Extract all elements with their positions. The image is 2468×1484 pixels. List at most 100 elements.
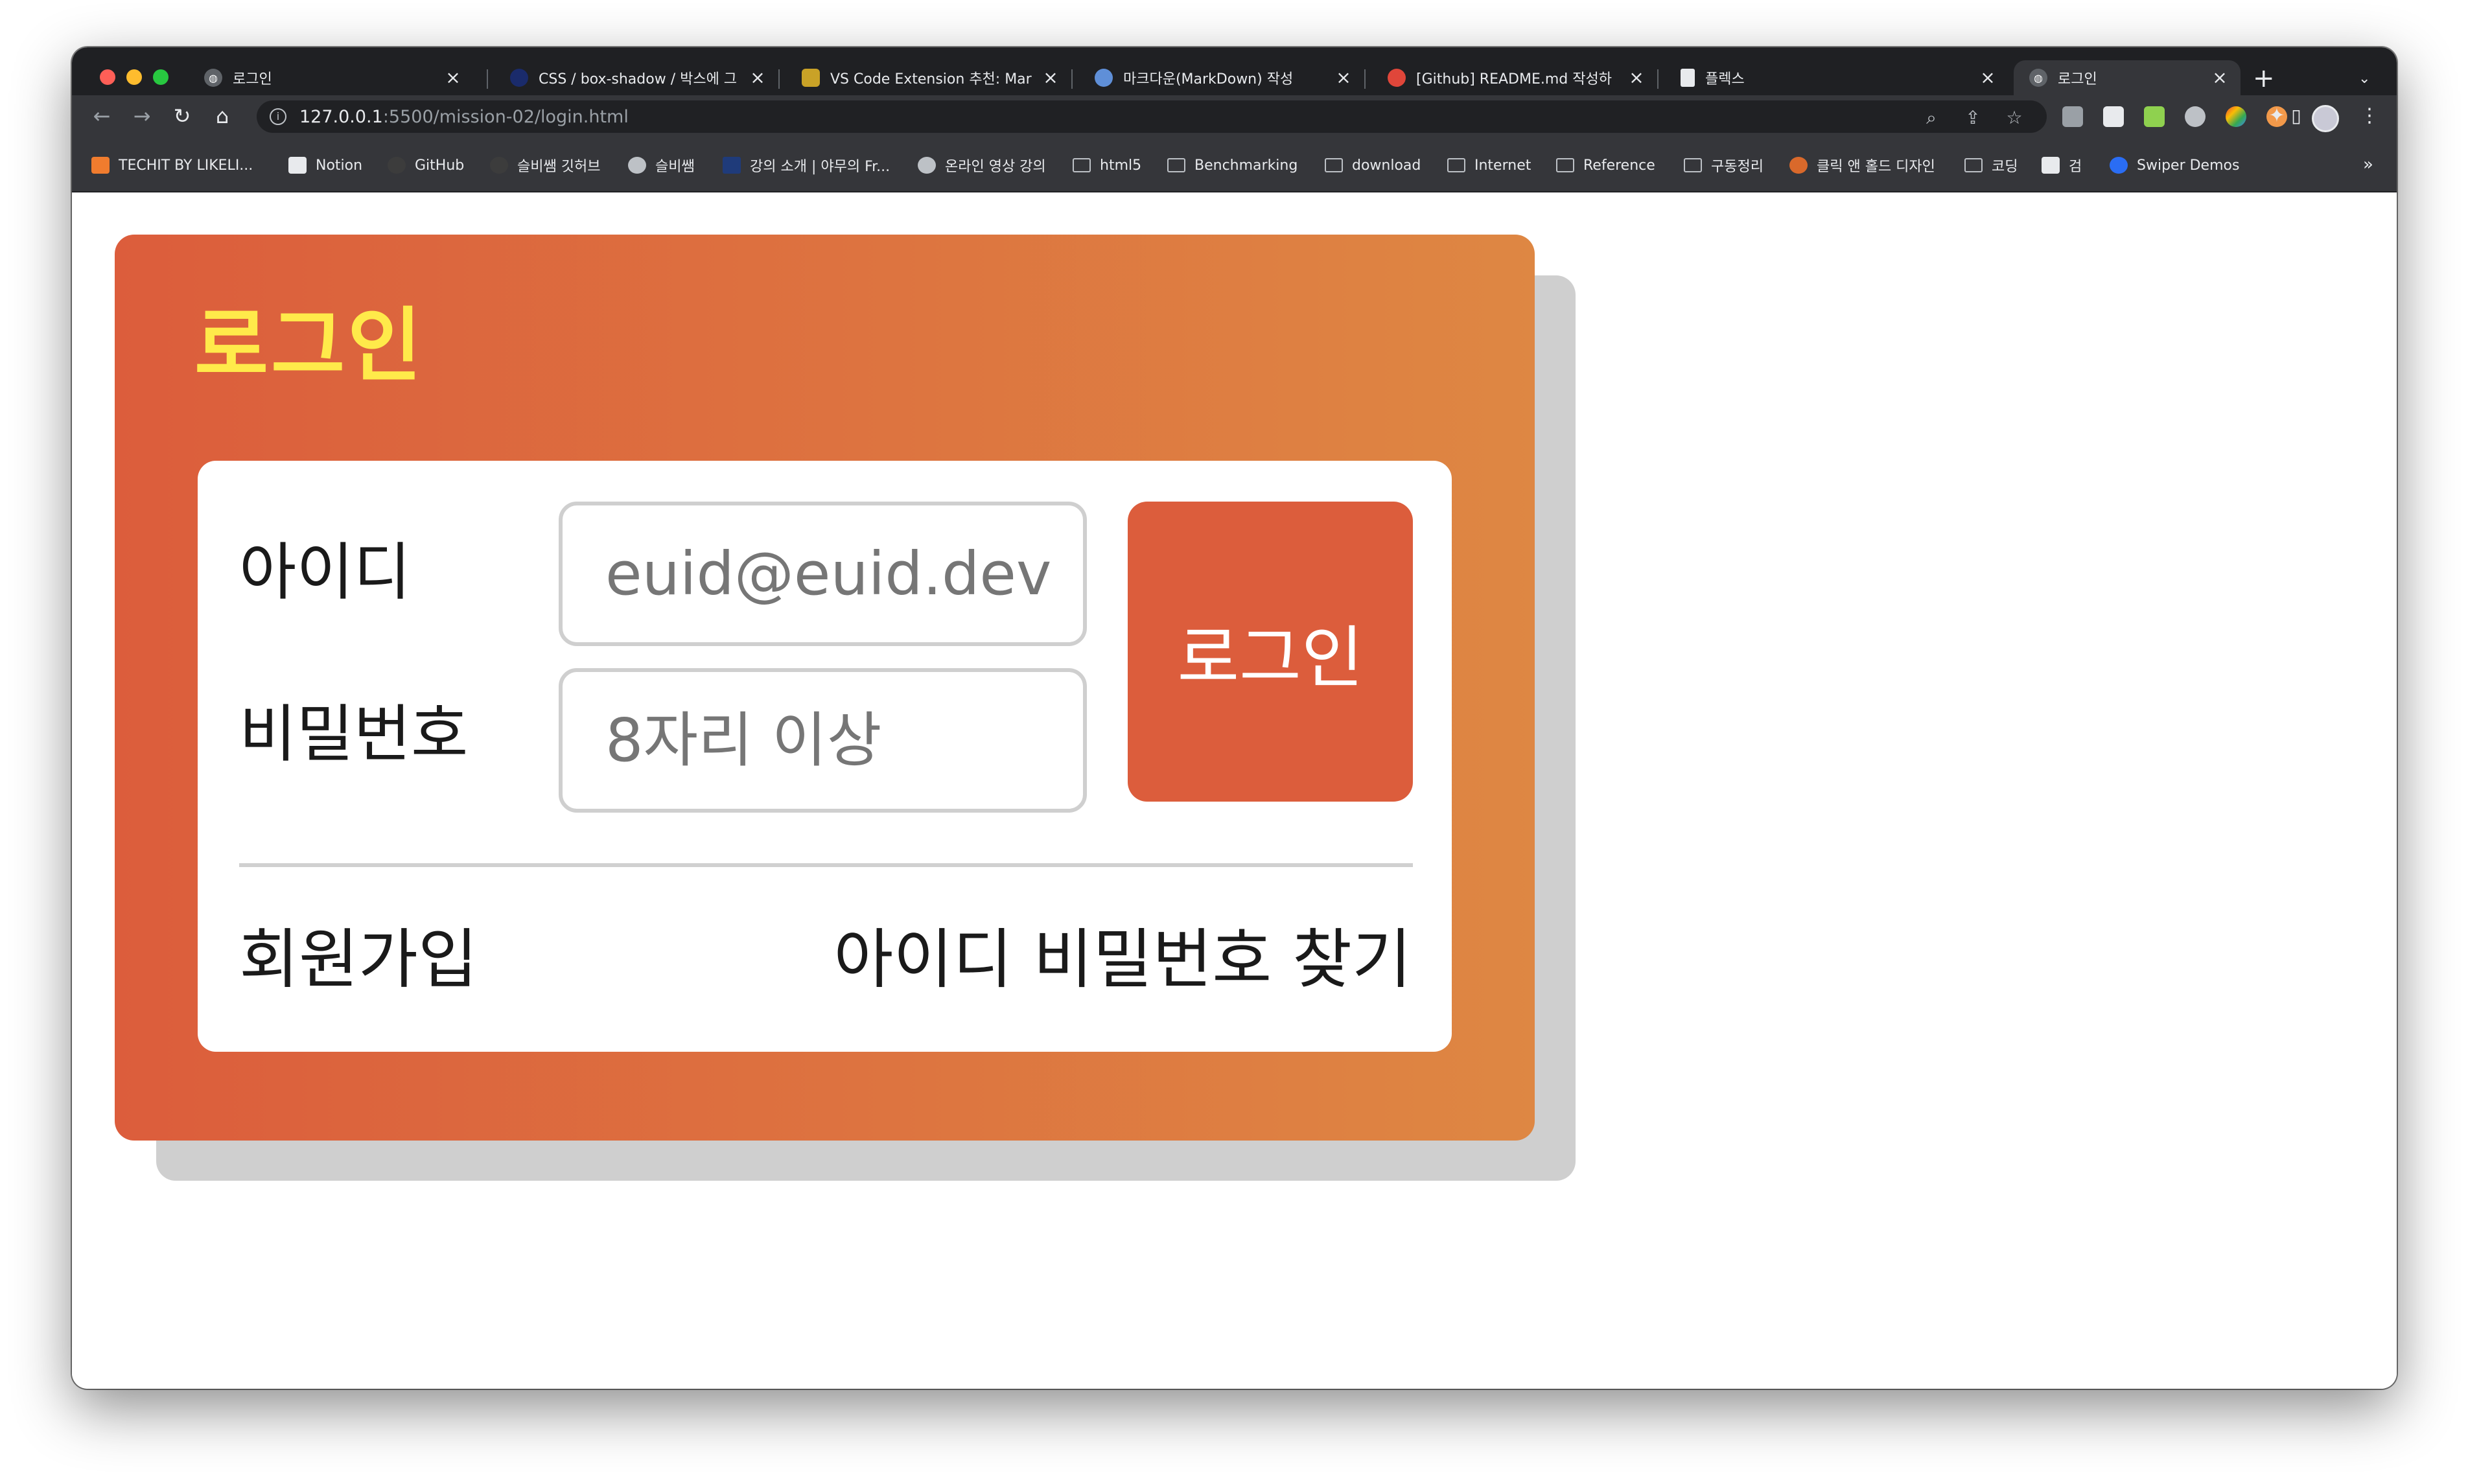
close-tab-icon[interactable]: × <box>445 69 461 87</box>
close-tab-icon[interactable]: × <box>1336 69 1351 87</box>
settings-extension-icon[interactable] <box>2185 106 2206 127</box>
tab-separator <box>1657 69 1659 89</box>
tab-label: CSS / box-shadow / 박스에 그 <box>539 71 738 87</box>
site-info-icon[interactable]: i <box>270 108 286 125</box>
new-tab-button[interactable]: + <box>2253 65 2275 91</box>
tab-markdown[interactable]: 마크다운(MarkDown) 작성 × <box>1079 60 1364 95</box>
tab-github-readme[interactable]: [Github] README.md 작성하 × <box>1372 60 1657 95</box>
extension-icon[interactable] <box>2062 106 2083 127</box>
maximize-window-button[interactable] <box>153 69 169 85</box>
bookmark-github[interactable]: GitHub <box>388 154 464 177</box>
forward-button[interactable]: → <box>129 103 155 129</box>
bookmark-label: 검 <box>2069 159 2082 175</box>
url-host: 127.0.0.1 <box>299 107 383 127</box>
bookmark-folder-internet[interactable]: Internet <box>1447 154 1531 177</box>
id-label: 아이디 <box>239 536 411 609</box>
folder-icon <box>1556 158 1574 172</box>
bookmark-click-hold[interactable]: 클릭 앤 홀드 디자인 <box>1789 154 1935 177</box>
bookmark-notion[interactable]: Notion <box>288 154 362 177</box>
bookmark-online-lecture[interactable]: 온라인 영상 강의 <box>918 154 1046 177</box>
bookmark-geom[interactable]: 검 <box>2042 154 2082 177</box>
notion-extension-icon[interactable] <box>2103 106 2124 127</box>
bookmark-label: 구동정리 <box>1711 159 1764 175</box>
tab-separator <box>778 69 780 89</box>
bookmark-swiper[interactable]: Swiper Demos <box>2110 154 2239 177</box>
minimize-window-button[interactable] <box>126 69 142 85</box>
back-button[interactable]: ← <box>89 103 115 129</box>
login-button[interactable]: 로그인 <box>1128 502 1413 802</box>
globe-icon: ◍ <box>2029 69 2047 87</box>
tab-strip: ◍ 로그인 × CSS / box-shadow / 박스에 그 × VS Co… <box>72 47 2397 95</box>
tab-flex[interactable]: 플렉스 × <box>1665 60 2008 95</box>
close-tab-icon[interactable]: × <box>1043 69 1058 87</box>
site-icon <box>1789 157 1808 174</box>
zoom-icon[interactable]: ⌕ <box>1921 107 1942 129</box>
side-panel-icon[interactable]: ▯ <box>2283 103 2309 129</box>
close-tab-icon[interactable]: × <box>2212 69 2228 87</box>
password-input[interactable] <box>559 668 1087 813</box>
tab-search-chevron-icon[interactable]: ⌄ <box>2358 71 2370 87</box>
bookmark-label: Reference <box>1583 157 1655 174</box>
notion-icon <box>288 157 307 174</box>
bookmark-folder-reference[interactable]: Reference <box>1556 154 1655 177</box>
bookmark-seulbi[interactable]: 슬비쌤 <box>628 154 695 177</box>
tab-label: VS Code Extension 추천: Mar <box>830 71 1032 87</box>
find-id-password-link[interactable]: 아이디 비밀번호 찾기 <box>833 927 1412 992</box>
close-window-button[interactable] <box>100 69 115 85</box>
tab-css-box-shadow[interactable]: CSS / box-shadow / 박스에 그 × <box>495 60 778 95</box>
bookmark-folder-coding[interactable]: 코딩 <box>1964 154 2018 177</box>
id-input[interactable] <box>559 502 1087 646</box>
signup-link[interactable]: 회원가입 <box>239 927 478 992</box>
bookmark-folder-benchmarking[interactable]: Benchmarking <box>1167 154 1298 177</box>
browser-toolbar: ← → ↻ ⌂ i 127.0.0.1:5500/mission-02/logi… <box>72 95 2397 138</box>
bookmark-seulbi-github[interactable]: 슬비쌤 깃허브 <box>490 154 600 177</box>
techit-icon <box>91 157 110 174</box>
tab-separator <box>1364 69 1366 89</box>
share-icon[interactable]: ⇪ <box>1962 107 1983 128</box>
bookmark-label: 슬비쌤 깃허브 <box>517 159 601 175</box>
folder-icon <box>1167 158 1185 172</box>
bookmark-folder-summary[interactable]: 구동정리 <box>1684 154 1764 177</box>
bookmark-star-icon[interactable]: ☆ <box>2004 107 2025 128</box>
site-icon <box>2042 157 2060 174</box>
bookmark-folder-html5[interactable]: html5 <box>1073 154 1141 177</box>
bookmark-yamoo[interactable]: 강의 소개 | 야무의 Fr... <box>723 154 890 177</box>
profile-avatar[interactable] <box>2312 105 2339 132</box>
tab-separator <box>1071 69 1073 89</box>
site-icon <box>628 157 646 174</box>
bookmark-label: 온라인 영상 강의 <box>945 159 1046 175</box>
tab-label: 마크다운(MarkDown) 작성 <box>1123 71 1294 87</box>
address-bar[interactable]: i 127.0.0.1:5500/mission-02/login.html ⌕… <box>257 100 2047 133</box>
bookmark-folder-download[interactable]: download <box>1325 154 1421 177</box>
folder-icon <box>1073 158 1091 172</box>
tab-login-active[interactable]: ◍ 로그인 × <box>2014 60 2241 95</box>
bookmark-label: Internet <box>1474 157 1531 174</box>
github-icon <box>388 157 406 174</box>
site-icon <box>510 69 528 87</box>
login-card: 로그인 아이디 비밀번호 로그인 회원가입 아이디 비밀번호 찾기 <box>115 235 1535 1141</box>
close-tab-icon[interactable]: × <box>1629 69 1644 87</box>
close-tab-icon[interactable]: × <box>1980 69 1996 87</box>
site-icon <box>802 69 820 87</box>
divider <box>239 863 1413 867</box>
color-picker-extension-icon[interactable] <box>2226 106 2246 127</box>
tab-label: 로그인 <box>233 71 272 87</box>
menu-kebab-icon[interactable]: ⋮ <box>2360 104 2379 127</box>
password-label: 비밀번호 <box>239 698 469 771</box>
folder-icon <box>1447 158 1465 172</box>
bookmark-label: TECHIT BY LIKELI... <box>119 157 253 174</box>
bookmark-label: html5 <box>1100 157 1142 174</box>
reload-button[interactable]: ↻ <box>169 103 195 129</box>
url-text[interactable]: 127.0.0.1:5500/mission-02/login.html <box>299 107 629 127</box>
tab-vscode-extension[interactable]: VS Code Extension 추천: Mar × <box>786 60 1071 95</box>
tab-login-1[interactable]: ◍ 로그인 × <box>189 60 474 95</box>
more-bookmarks-button[interactable]: » <box>2363 155 2373 174</box>
folder-icon <box>1684 158 1702 172</box>
extension-icon[interactable] <box>2144 106 2165 127</box>
tab-label: 플렉스 <box>1705 71 1745 87</box>
bookmark-label: download <box>1352 157 1421 174</box>
home-button[interactable]: ⌂ <box>209 103 235 129</box>
bookmark-techit[interactable]: TECHIT BY LIKELI... <box>91 154 253 177</box>
close-tab-icon[interactable]: × <box>750 69 765 87</box>
bookmark-label: Swiper Demos <box>2137 157 2240 174</box>
